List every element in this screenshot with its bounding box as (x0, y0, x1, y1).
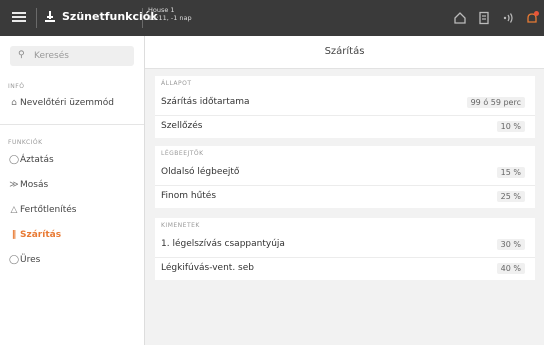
bell-icon[interactable] (524, 10, 540, 26)
group-header: KIMENETEK (161, 222, 200, 229)
app-title: Szünetfunkciók (62, 10, 158, 23)
search-placeholder: Keresés (34, 51, 69, 61)
row-value[interactable]: 15 % (496, 167, 525, 178)
row-fan-speed[interactable]: Légkifúvás-vent. seb 40 % (155, 257, 535, 280)
sidebar-item-label: Mosás (20, 180, 49, 190)
row-value[interactable]: 30 % (496, 239, 525, 250)
row-value[interactable]: 25 % (496, 191, 525, 202)
sidebar-item-label: Üres (20, 255, 41, 265)
sidebar-item-washing[interactable]: ≫ Mosás (0, 176, 144, 196)
sidebar-item-label: Szárítás (20, 230, 62, 240)
house-time: 13:11, -1 nap (148, 14, 192, 22)
row-fine-cooling[interactable]: Finom hűtés 25 % (155, 185, 535, 208)
row-value[interactable]: 10 % (496, 121, 525, 132)
group-outputs: KIMENETEK 1. légelszívás csappantyúja 30… (155, 218, 535, 280)
row-side-inlet[interactable]: Oldalsó légbeejtő 15 % (155, 162, 535, 184)
row-label: Légkifúvás-vent. seb (161, 263, 254, 273)
drop-icon: ◯ (8, 155, 20, 165)
top-bar: Szünetfunkciók House 1 13:11, -1 nap (0, 0, 544, 36)
empty-icon: ◯ (8, 255, 20, 265)
wash-icon: ≫ (9, 180, 19, 190)
sidebar-item-label: Áztatás (20, 155, 54, 165)
group-air-inlets: LÉGBEEJTŐK Oldalsó légbeejtő 15 % Finom … (155, 146, 535, 208)
home-icon[interactable] (452, 10, 468, 26)
sidebar-item-label: Nevelőtéri üzemmód (20, 98, 114, 108)
row-label: Szellőzés (161, 121, 203, 131)
sidebar-item-label: Fertőtlenítés (20, 205, 77, 215)
sidebar-item-drying[interactable]: ‖ Szárítás (0, 226, 144, 246)
row-label: Oldalsó légbeejtő (161, 167, 240, 177)
section-functions: FUNKCIÓK (8, 139, 43, 146)
page-title: Szárítás (324, 46, 365, 57)
section-info: INFÓ (8, 83, 25, 90)
main-panel: Szárítás ÁLLAPOT Szárítás időtartama 99 … (145, 36, 544, 345)
divider (142, 8, 143, 28)
sidebar-item-soaking[interactable]: ◯ Áztatás (0, 151, 144, 171)
row-value[interactable]: 99 ó 59 perc (466, 97, 525, 108)
group-header: LÉGBEEJTŐK (161, 150, 204, 157)
row-ventilation[interactable]: Szellőzés 10 % (155, 115, 535, 138)
row-value[interactable]: 40 % (496, 263, 525, 274)
dry-icon: ‖ (11, 230, 17, 240)
document-icon[interactable] (476, 10, 492, 26)
house-info[interactable]: House 1 13:11, -1 nap (148, 6, 192, 22)
sidebar-item-empty[interactable]: ◯ Üres (0, 251, 144, 271)
disinfect-icon: △ (10, 205, 18, 215)
sidebar-item-nursery-mode[interactable]: ⌂ Nevelőtéri üzemmód (0, 94, 144, 114)
home-icon: ⌂ (11, 98, 17, 108)
group-status: ÁLLAPOT Szárítás időtartama 99 ó 59 perc… (155, 76, 535, 138)
row-label: Szárítás időtartama (161, 97, 250, 107)
sidebar-item-disinfection[interactable]: △ Fertőtlenítés (0, 201, 144, 221)
sidebar: ⚲ Keresés INFÓ ⌂ Nevelőtéri üzemmód FUNK… (0, 36, 145, 345)
row-drying-duration[interactable]: Szárítás időtartama 99 ó 59 perc (155, 92, 535, 114)
divider (0, 124, 144, 125)
main-header: Szárítás (145, 36, 544, 69)
row-label: 1. légelszívás csappantyúja (161, 239, 285, 249)
search-box[interactable]: ⚲ Keresés (10, 46, 134, 66)
wireless-icon[interactable] (500, 10, 516, 26)
row-label: Finom hűtés (161, 191, 217, 201)
house-name: House 1 (148, 6, 175, 14)
row-exhaust-damper[interactable]: 1. légelszívás csappantyúja 30 % (155, 234, 535, 256)
group-header: ÁLLAPOT (161, 80, 192, 87)
pause-functions-icon (45, 11, 55, 22)
divider (36, 8, 37, 28)
search-icon: ⚲ (18, 50, 25, 60)
menu-icon[interactable] (12, 10, 26, 24)
